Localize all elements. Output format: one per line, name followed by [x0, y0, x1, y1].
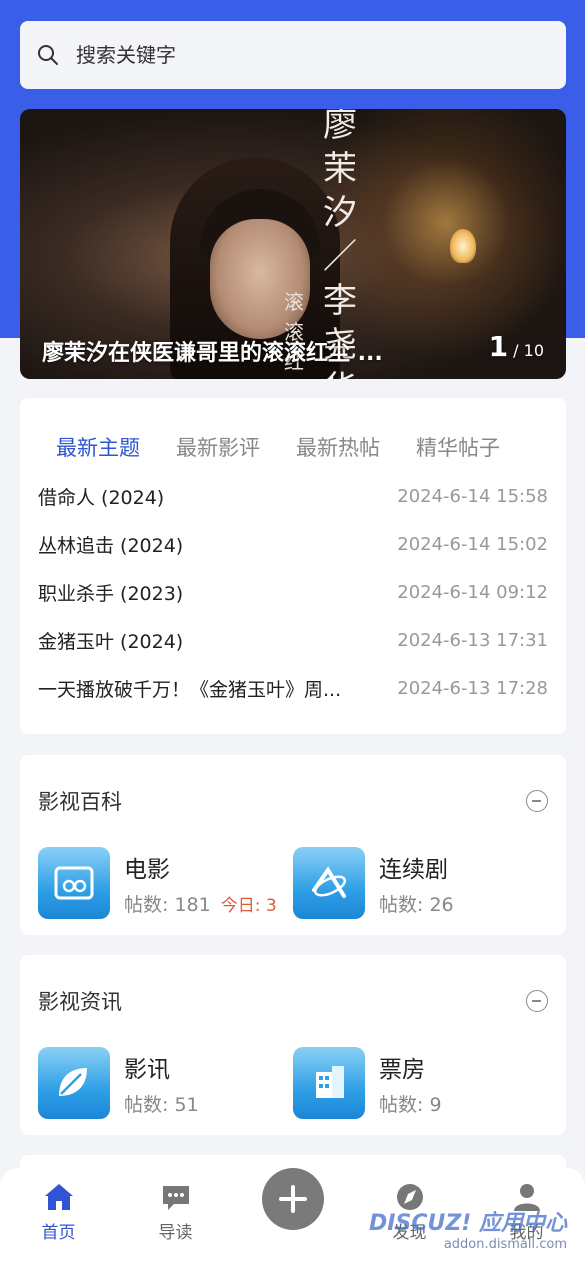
forum-name: 票房	[379, 1056, 425, 1083]
list-item[interactable]: 职业杀手 (2023) 2024-6-14 09:12	[20, 568, 566, 616]
tab-post[interactable]	[234, 1168, 351, 1267]
section-title: 影视资讯	[38, 990, 122, 1014]
tab-featured-posts[interactable]: 精华帖子	[416, 432, 500, 462]
tab-hot-posts[interactable]: 最新热帖	[296, 432, 380, 462]
building-icon	[293, 1047, 365, 1119]
post-count: 帖数: 26	[379, 893, 454, 916]
leaf-icon	[38, 1047, 110, 1119]
search-icon	[38, 45, 58, 65]
forum-item-boxoffice[interactable]: 票房 帖数: 9	[293, 1047, 548, 1119]
latest-card: 最新主题 最新影评 最新热帖 精华帖子 借命人 (2024) 2024-6-14…	[20, 398, 566, 734]
banner-caption[interactable]: 廖茉汐在侠医谦哥里的滚滚红尘 ...	[42, 335, 383, 367]
post-count: 帖数: 181	[124, 893, 211, 916]
search-input[interactable]	[76, 43, 516, 67]
home-icon	[44, 1184, 73, 1210]
list-item[interactable]: 借命人 (2024) 2024-6-14 15:58	[20, 472, 566, 520]
list-item[interactable]: 一天播放破千万！《金猪玉叶》周... 2024-6-13 17:28	[20, 664, 566, 712]
forum-name: 电影	[124, 856, 170, 883]
section-card-encyclopedia: 影视百科 电影 帖数: 181 今日: 3 连续剧 帖数: 26	[20, 755, 566, 935]
forum-item-news[interactable]: 影讯 帖数: 51	[38, 1047, 293, 1119]
satellite-icon	[293, 847, 365, 919]
watermark-logo: DISCUZ! 应用中心 addon.dismall.com	[369, 1211, 567, 1252]
collapse-icon[interactable]	[526, 990, 548, 1012]
forum-name: 连续剧	[379, 856, 448, 883]
list-item[interactable]: 丛林追击 (2024) 2024-6-14 15:02	[20, 520, 566, 568]
forum-name: 影讯	[124, 1056, 170, 1083]
today-count: 今日: 3	[220, 895, 277, 916]
latest-list: 借命人 (2024) 2024-6-14 15:58 丛林追击 (2024) 2…	[20, 472, 566, 712]
section-card-news: 影视资讯 影讯 帖数: 51 票房 帖数: 9	[20, 955, 566, 1135]
search-bar[interactable]	[20, 21, 566, 89]
section-title: 影视百科	[38, 790, 122, 814]
tab-latest-threads[interactable]: 最新主题	[56, 432, 140, 462]
collapse-icon[interactable]	[526, 790, 548, 812]
banner-carousel[interactable]: 廖茉汐／李尧华 滚滚红尘 廖茉汐在侠医谦哥里的滚滚红尘 ... 1 / 10	[20, 109, 566, 379]
post-count: 帖数: 9	[379, 1093, 442, 1116]
forum-item-series[interactable]: 连续剧 帖数: 26	[293, 847, 548, 919]
tab-latest-reviews[interactable]: 最新影评	[176, 432, 260, 462]
post-count: 帖数: 51	[124, 1093, 199, 1116]
film-icon	[38, 847, 110, 919]
tab-guide[interactable]: 导读	[117, 1168, 234, 1267]
plus-icon[interactable]	[261, 1168, 324, 1230]
tab-home[interactable]: 首页	[0, 1168, 117, 1267]
list-item[interactable]: 金猪玉叶 (2024) 2024-6-13 17:31	[20, 616, 566, 664]
chat-icon	[162, 1186, 189, 1210]
banner-counter: 1 / 10	[488, 330, 544, 363]
forum-item-movie[interactable]: 电影 帖数: 181 今日: 3	[38, 847, 293, 919]
latest-tabs: 最新主题 最新影评 最新热帖 精华帖子	[20, 398, 566, 462]
